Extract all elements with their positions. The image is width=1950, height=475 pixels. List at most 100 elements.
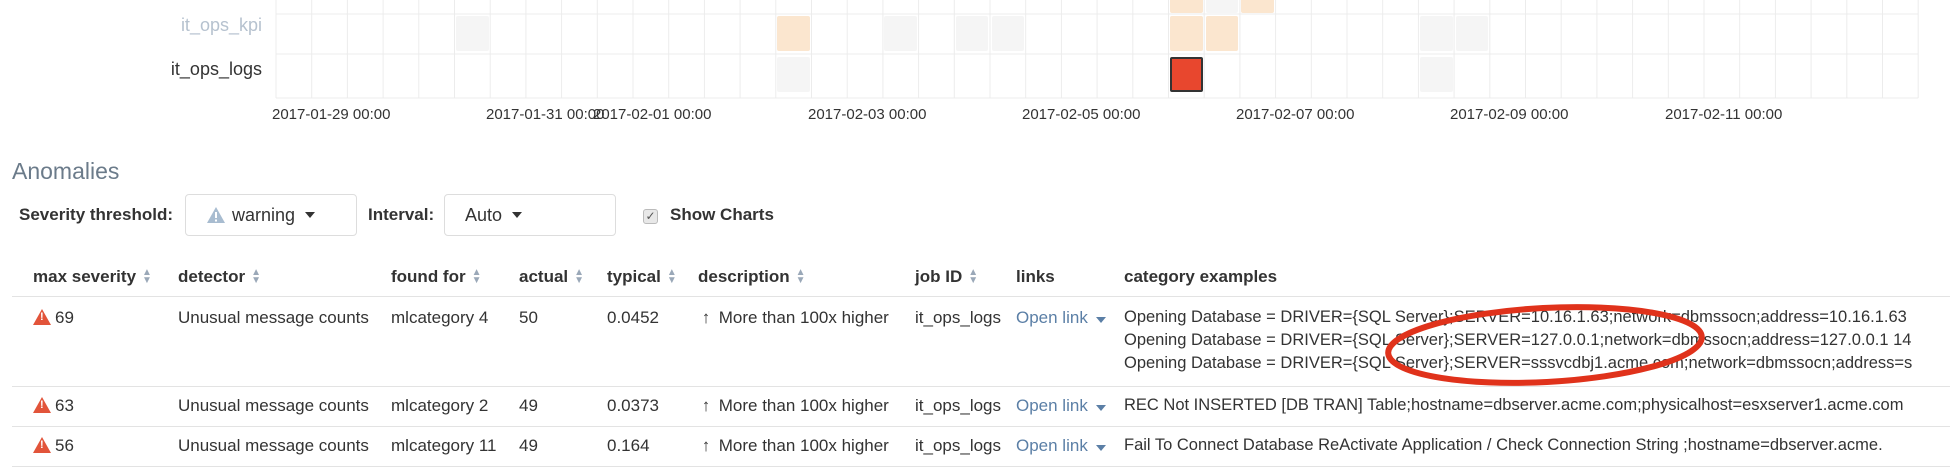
column-header-detector[interactable]: detector ▲ ▼	[178, 267, 261, 287]
warning-icon	[33, 437, 51, 453]
severity-score: 69	[55, 308, 74, 327]
max-severity-cell: 63	[33, 396, 74, 416]
typical-cell: 0.0373	[607, 396, 659, 415]
swimlane-cell-critical[interactable]	[1170, 57, 1203, 92]
typical-cell: 0.164	[607, 436, 650, 455]
swimlane-cell[interactable]	[955, 16, 989, 51]
open-link-label: Open link	[1016, 396, 1088, 415]
sort-icon: ▲ ▼	[968, 267, 979, 286]
open-link-label: Open link	[1016, 436, 1088, 455]
swimlane-cell[interactable]	[1241, 0, 1275, 13]
warning-icon	[33, 309, 51, 325]
category-examples-cell: Opening Database = DRIVER={SQL Server};S…	[1124, 306, 1950, 375]
actual-cell: 49	[519, 436, 538, 455]
chevron-down-icon	[1095, 445, 1106, 451]
column-header-label: max severity	[33, 267, 137, 286]
category-example: Fail To Connect Database ReActivate Appl…	[1124, 436, 1883, 454]
swimlane-cell[interactable]	[777, 57, 810, 92]
x-tick-label: 2017-02-07 00:00	[1236, 106, 1355, 123]
interval-value: Auto	[465, 204, 503, 225]
row-divider	[12, 426, 1950, 427]
description-text: More than 100x higher	[718, 436, 889, 455]
interval-label: Interval:	[368, 205, 435, 224]
column-header-max-severity[interactable]: max severity ▲ ▼	[33, 267, 152, 287]
x-tick-label: 2017-02-01 00:00	[593, 106, 712, 123]
description-text: More than 100x higher	[718, 396, 889, 415]
column-header-job-id[interactable]: job ID ▲ ▼	[915, 267, 978, 287]
swimlane-cell[interactable]	[1170, 0, 1203, 13]
sort-icon: ▲ ▼	[142, 267, 152, 286]
found-for-cell: mlcategory 4	[391, 308, 489, 327]
arrow-up-icon: ↑	[701, 396, 711, 415]
column-header-links: links	[1016, 267, 1055, 286]
sort-icon: ▲ ▼	[251, 267, 261, 286]
severity-score: 56	[55, 436, 74, 455]
swimlane-cell[interactable]	[777, 16, 810, 51]
max-severity-cell: 69	[33, 308, 74, 328]
row-divider	[12, 386, 1950, 387]
severity-threshold-select[interactable]: warning	[185, 194, 357, 236]
lane-label-it-ops-kpi[interactable]: it_ops_kpi	[0, 15, 262, 36]
warning-icon	[207, 207, 225, 223]
swimlane-cell[interactable]	[1205, 16, 1239, 51]
arrow-up-icon: ↑	[701, 308, 711, 327]
chevron-down-icon	[1095, 405, 1106, 411]
detector-cell: Unusual message counts	[178, 436, 369, 455]
actual-cell: 50	[519, 308, 538, 327]
sort-icon: ▲ ▼	[795, 267, 806, 286]
row-divider	[12, 466, 1950, 467]
swimlane-cell[interactable]	[884, 16, 918, 51]
open-link-button[interactable]: Open link	[1016, 436, 1106, 456]
description-cell: ↑ More than 100x higher	[698, 308, 889, 328]
show-charts-checkbox[interactable]: ✓	[643, 209, 658, 224]
job-id-cell: it_ops_logs	[915, 396, 1002, 415]
chevron-down-icon	[305, 212, 316, 218]
chevron-down-icon	[1095, 317, 1106, 323]
x-tick-label: 2017-02-11 00:00	[1665, 106, 1783, 123]
column-header-found-for[interactable]: found for ▲ ▼	[391, 267, 482, 287]
column-header-label: typical	[607, 267, 661, 286]
swimlane-cell[interactable]	[991, 16, 1025, 51]
column-header-label: actual	[519, 267, 569, 286]
swimlane-cell[interactable]	[456, 16, 489, 51]
x-tick-label: 2017-02-05 00:00	[1022, 106, 1141, 123]
column-header-actual[interactable]: actual ▲ ▼	[519, 267, 584, 287]
swimlane-cell[interactable]	[1205, 0, 1239, 13]
severity-score: 63	[55, 396, 74, 415]
x-tick-label: 2017-02-09 00:00	[1450, 106, 1569, 123]
open-link-button[interactable]: Open link	[1016, 308, 1106, 328]
open-link-button[interactable]: Open link	[1016, 396, 1106, 416]
detector-cell: Unusual message counts	[178, 308, 369, 327]
x-tick-label: 2017-01-31 00:00	[486, 106, 605, 123]
sort-icon: ▲ ▼	[574, 267, 585, 286]
show-charts-label[interactable]: Show Charts	[670, 205, 774, 225]
sort-icon: ▲ ▼	[666, 267, 677, 286]
found-for-cell: mlcategory 11	[391, 436, 497, 455]
swimlane-cell[interactable]	[1419, 16, 1453, 51]
swimlane-cell[interactable]	[1419, 57, 1453, 92]
interval-select[interactable]: Auto	[444, 194, 616, 236]
lane-label-it-ops-logs[interactable]: it_ops_logs	[0, 59, 262, 80]
swimlane-cell[interactable]	[1455, 16, 1489, 51]
x-tick-label: 2017-02-03 00:00	[808, 106, 927, 123]
found-for-cell: mlcategory 2	[391, 396, 489, 415]
category-example: Opening Database = DRIVER={SQL Server};S…	[1124, 331, 1912, 349]
arrow-up-icon: ↑	[701, 436, 711, 455]
severity-threshold-value: warning	[232, 204, 296, 225]
category-example: Opening Database = DRIVER={SQL Server};S…	[1124, 308, 1907, 326]
column-header-typical[interactable]: typical ▲ ▼	[607, 267, 677, 287]
max-severity-cell: 56	[33, 436, 74, 456]
column-header-description[interactable]: description ▲ ▼	[698, 267, 806, 287]
column-header-label: found for	[391, 267, 466, 286]
column-header-label: job ID	[915, 267, 963, 286]
swimlane-cell[interactable]	[1170, 16, 1203, 51]
x-tick-label: 2017-01-29 00:00	[272, 106, 391, 123]
anomalies-heading: Anomalies	[12, 158, 120, 184]
typical-cell: 0.0452	[607, 308, 659, 327]
description-text: More than 100x higher	[718, 308, 889, 327]
description-cell: ↑ More than 100x higher	[698, 396, 889, 416]
detector-cell: Unusual message counts	[178, 396, 369, 415]
category-example: REC Not INSERTED [DB TRAN] Table;hostnam…	[1124, 396, 1904, 414]
header-divider	[12, 296, 1950, 297]
warning-icon	[33, 397, 51, 413]
